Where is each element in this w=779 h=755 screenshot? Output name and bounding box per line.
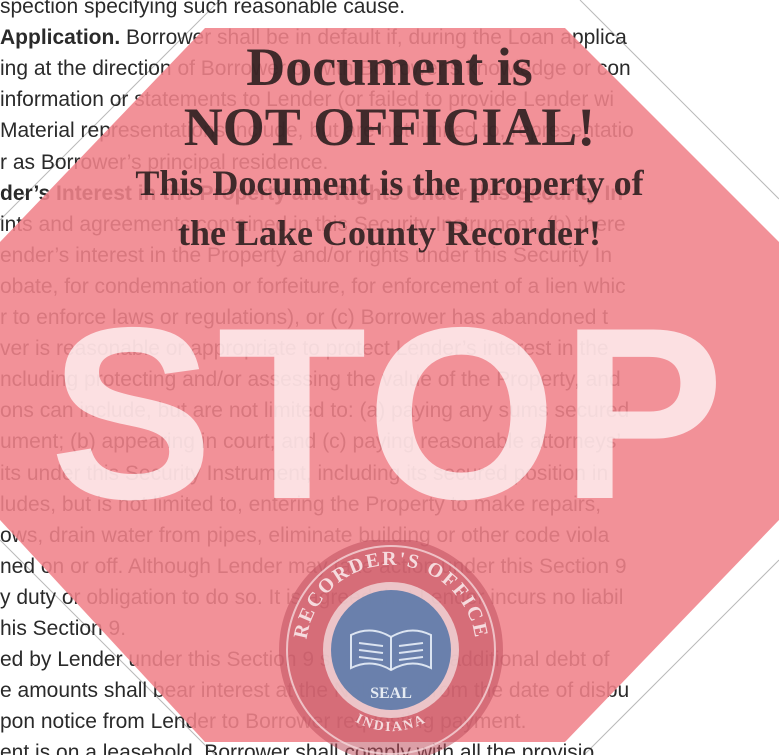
document-line: ing at the direction of Borrower or with… xyxy=(0,56,779,82)
line-text: Material representations include, but ar… xyxy=(0,119,634,143)
document-line: r to enforce laws or regulations), or (c… xyxy=(0,305,779,331)
line-text: ints and agreements contained in this Se… xyxy=(0,212,626,236)
line-text: ender’s interest in the Property and/or … xyxy=(0,243,613,267)
line-text: e amounts shall bear interest at the Not… xyxy=(0,679,630,703)
line-text: ument; (b) appearing in court; and (c) p… xyxy=(0,430,622,454)
line-text: his Section 9. xyxy=(0,617,127,640)
document-line: ncluding protecting and/or assessing the… xyxy=(0,367,779,393)
document-line: ned on or off. Although Lender may take … xyxy=(0,554,779,580)
document-line: Application. Borrower shall be in defaul… xyxy=(0,25,779,51)
document-line: spection specifying such reasonable caus… xyxy=(0,0,779,20)
document-line: ows, drain water from pipes, eliminate b… xyxy=(0,523,779,549)
document-line: Material representations include, but ar… xyxy=(0,118,779,144)
document-line: ver is reasonable or appropriate to prot… xyxy=(0,336,779,362)
line-text: spection specifying such reasonable caus… xyxy=(0,0,406,18)
document-line: ent is on a leasehold, Borrower shall co… xyxy=(0,740,779,755)
document-line: information or statements to Lender (or … xyxy=(0,87,779,113)
line-text: obate, for condemnation or forfeiture, f… xyxy=(0,274,626,298)
document-line: its under this Security Instrument, incl… xyxy=(0,461,779,487)
line-text: ncluding protecting and/or assessing the… xyxy=(0,368,621,392)
document-line: ender’s interest in the Property and/or … xyxy=(0,243,779,269)
document-line: pon notice from Lender to Borrower reque… xyxy=(0,709,779,735)
line-text: ned on or off. Although Lender may take … xyxy=(0,554,627,578)
document-line: ed by Lender under this Section 9 shall … xyxy=(0,647,779,673)
document-line: e amounts shall bear interest at the Not… xyxy=(0,678,779,704)
section-heading: der’s Interest in the Property and Right… xyxy=(0,181,624,205)
document-line: ons can include, but are not limited to:… xyxy=(0,398,779,424)
line-text: its under this Security Instrument, incl… xyxy=(0,461,609,485)
document-line: ument; (b) appearing in court; and (c) p… xyxy=(0,429,779,455)
line-text: ver is reasonable or appropriate to prot… xyxy=(0,337,609,361)
document-line: ludes, but is not limited to, entering t… xyxy=(0,492,779,518)
document-line: his Section 9. xyxy=(0,616,779,642)
line-text: ed by Lender under this Section 9 shall … xyxy=(0,648,610,672)
line-text: ent is on a leasehold, Borrower shall co… xyxy=(0,741,595,755)
document-body: spection specifying such reasonable caus… xyxy=(0,0,779,755)
section-heading: Application. xyxy=(0,26,121,50)
document-line: ints and agreements contained in this Se… xyxy=(0,212,779,238)
line-text: r as Borrower’s principal residence. xyxy=(0,150,329,174)
line-text: ludes, but is not limited to, entering t… xyxy=(0,492,602,516)
document-page: spection specifying such reasonable caus… xyxy=(0,0,779,755)
document-line: y duty or obligation to do so. It is agr… xyxy=(0,585,779,611)
document-line: der’s Interest in the Property and Right… xyxy=(0,181,779,207)
line-text: Borrower shall be in default if, during … xyxy=(120,26,627,50)
line-text: ows, drain water from pipes, eliminate b… xyxy=(0,523,610,547)
document-line: obate, for condemnation or forfeiture, f… xyxy=(0,274,779,300)
line-text: y duty or obligation to do so. It is agr… xyxy=(0,585,624,609)
line-text: r to enforce laws or regulations), or (c… xyxy=(0,306,609,329)
line-text: information or statements to Lender (or … xyxy=(0,88,614,112)
line-text: ons can include, but are not limited to:… xyxy=(0,399,630,423)
line-text: pon notice from Lender to Borrower reque… xyxy=(0,710,527,734)
document-line: r as Borrower’s principal residence. xyxy=(0,150,779,176)
line-text: ing at the direction of Borrower or with… xyxy=(0,57,631,81)
